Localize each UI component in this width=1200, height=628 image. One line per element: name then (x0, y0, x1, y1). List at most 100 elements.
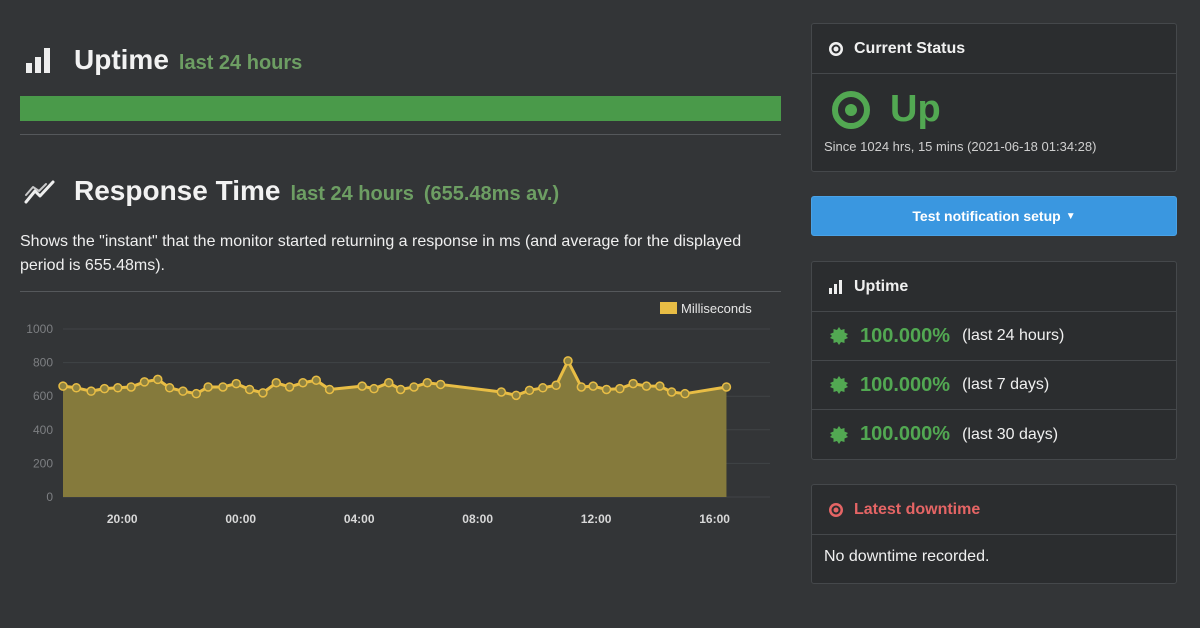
uptime-heading: Uptime last 24 hours (24, 44, 302, 76)
uptime-percent: 100.000% (860, 373, 951, 396)
data-point (601, 384, 612, 395)
data-point (615, 383, 625, 394)
uptime-progress-fill (20, 96, 781, 121)
badge-icon (830, 327, 848, 345)
data-point (551, 380, 561, 391)
response-time-subtitle: last 24 hours (290, 183, 414, 205)
latest-downtime-title: Latest downtime (854, 500, 981, 518)
response-time-description: Shows the "instant" that the monitor sta… (20, 233, 742, 274)
y-tick-label: 400 (33, 423, 53, 437)
data-point (395, 384, 406, 395)
caret-down-icon: ▼ (1065, 210, 1076, 222)
uptime-panel: Uptime 100.000% (last 24 hours) 100.000% (l… (811, 261, 1177, 460)
data-point (511, 390, 521, 401)
y-tick-label: 0 (46, 490, 53, 504)
target-icon (828, 502, 844, 518)
x-tick-label: 00:00 (225, 512, 256, 526)
data-point (86, 386, 96, 396)
uptime-row: 100.000% (last 30 days) (812, 410, 1176, 459)
data-point (191, 388, 202, 399)
data-point (244, 384, 255, 395)
uptime-period: (last 30 days) (962, 425, 1059, 443)
data-point (666, 387, 677, 397)
data-point (218, 382, 228, 392)
data-point (153, 374, 163, 385)
y-tick-label: 200 (33, 456, 53, 470)
status-state: Up (890, 88, 941, 130)
data-point (164, 383, 175, 393)
bar-chart-icon (26, 48, 50, 73)
current-status-panel: Current Status Up Since 1024 hrs, 15 min… (811, 23, 1177, 172)
latest-downtime-panel: Latest downtime No downtime recorded. (811, 484, 1177, 584)
response-time-chart: 0 200 400 600 800 1000 20:00 00:00 04:00 08:00 12:… (26, 301, 770, 526)
uptime-subtitle: last 24 hours (178, 52, 303, 74)
data-point (588, 381, 598, 391)
data-point (721, 382, 732, 392)
current-status-header: Current Status (812, 24, 1176, 74)
data-point (538, 383, 548, 393)
test-notification-button[interactable]: Test notification setup ▼ (811, 196, 1177, 236)
target-icon (828, 41, 844, 57)
data-point (435, 379, 446, 390)
data-point (369, 383, 379, 394)
divider (20, 134, 781, 135)
data-point (628, 378, 638, 389)
data-point (298, 378, 308, 388)
data-point (384, 378, 394, 388)
current-status-title: Current Status (854, 39, 966, 57)
data-point (357, 381, 367, 391)
status-up-icon (832, 90, 870, 129)
data-point (178, 386, 188, 396)
badge-icon (830, 425, 848, 444)
uptime-period: (last 7 days) (962, 376, 1050, 393)
response-time-heading: Response Time last 24 hours (655.48ms av… (24, 175, 559, 207)
line-chart-icon (24, 180, 55, 204)
response-time-title: Response Time (74, 175, 281, 206)
x-tick-label: 12:00 (581, 512, 612, 526)
uptime-row: 100.000% (last 7 days) (812, 361, 1176, 410)
uptime-panel-header: Uptime (812, 262, 1176, 312)
uptime-progress-bar (20, 96, 781, 121)
uptime-row: 100.000% (last 24 hours) (812, 312, 1176, 361)
uptime-period: (last 24 hours) (962, 327, 1065, 344)
data-point (655, 381, 665, 391)
latest-downtime-text: No downtime recorded. (824, 548, 990, 565)
data-point (641, 381, 652, 391)
left-column: Uptime last 24 hours Response Time last … (20, 0, 781, 628)
x-tick-label: 08:00 (462, 512, 493, 526)
data-point (113, 383, 123, 393)
uptime-percent: 100.000% (860, 423, 951, 445)
data-point (203, 382, 213, 392)
legend-swatch (660, 302, 677, 314)
uptime-panel-title: Uptime (854, 277, 909, 295)
uptime-percent: 100.000% (860, 324, 951, 347)
data-point (311, 375, 321, 385)
data-point (284, 382, 295, 392)
right-column: Current Status Up Since 1024 hrs, 15 min… (811, 0, 1177, 628)
data-point (680, 388, 690, 399)
x-tick-label: 20:00 (107, 512, 138, 526)
badge-icon (830, 376, 848, 394)
data-point (126, 382, 136, 392)
x-tick-label: 16:00 (699, 512, 730, 526)
data-point (71, 383, 82, 393)
data-point (496, 387, 507, 397)
y-tick-label: 600 (33, 389, 53, 403)
data-point (231, 378, 242, 389)
data-point (324, 384, 335, 395)
data-point (563, 356, 573, 366)
y-tick-label: 800 (33, 356, 53, 370)
uptime-title: Uptime (74, 44, 169, 75)
data-point (524, 385, 535, 396)
data-point (576, 382, 587, 392)
x-tick-label: 04:00 (344, 512, 375, 526)
status-since: Since 1024 hrs, 15 mins (2021-06-18 01:3… (824, 139, 1097, 154)
test-notification-label: Test notification setup (912, 208, 1061, 224)
legend-label: Milliseconds (681, 301, 752, 316)
data-point (258, 388, 268, 398)
y-tick-label: 1000 (26, 322, 53, 336)
response-time-average: (655.48ms av.) (423, 183, 560, 205)
data-point (422, 378, 433, 388)
bar-chart-icon (828, 279, 844, 295)
data-point (409, 382, 419, 392)
